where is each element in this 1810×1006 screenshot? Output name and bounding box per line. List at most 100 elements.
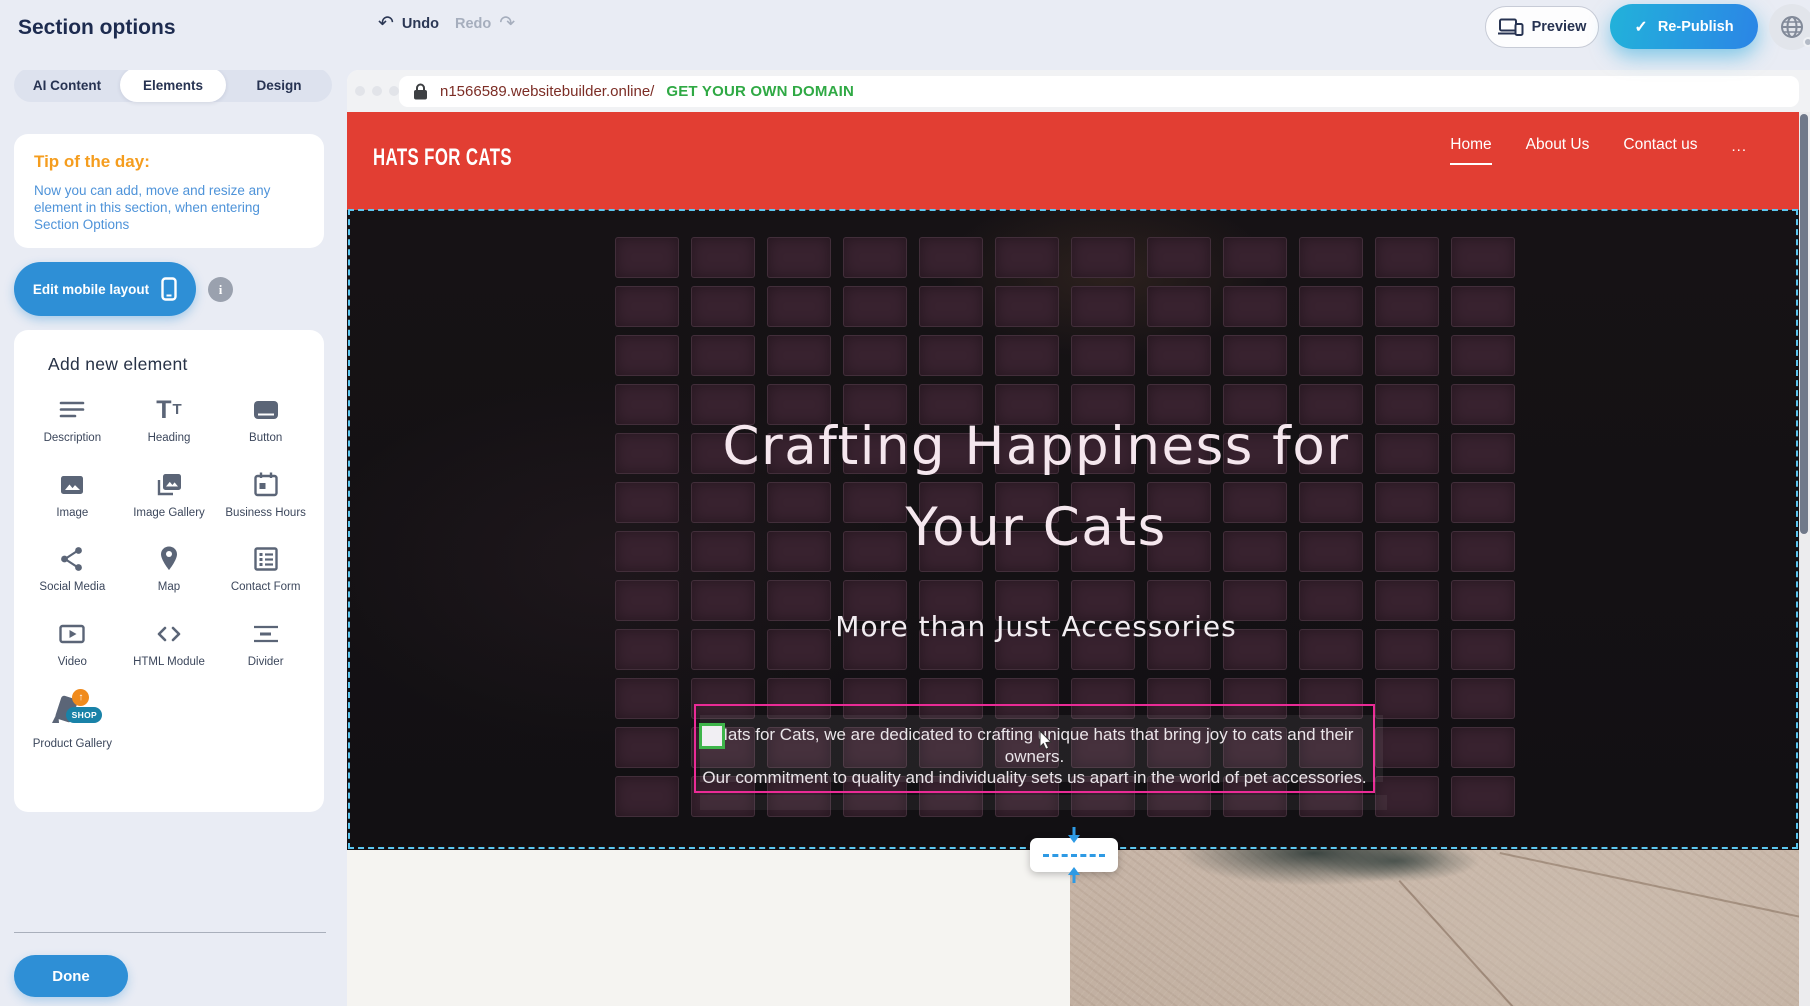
button-icon bbox=[251, 395, 281, 425]
element-label: Description bbox=[28, 432, 116, 446]
republish-label: Re-Publish bbox=[1658, 19, 1734, 35]
edit-mobile-layout-button[interactable]: Edit mobile layout bbox=[14, 262, 196, 316]
arrow-down-icon bbox=[1067, 827, 1081, 843]
lock-icon bbox=[413, 83, 428, 100]
element-label: Heading bbox=[125, 432, 213, 446]
hero-tile bbox=[1451, 286, 1515, 327]
add-element-title: Add new element bbox=[48, 354, 314, 375]
add-element-image-gallery[interactable]: Image Gallery bbox=[121, 470, 218, 521]
browser-dots-icon bbox=[355, 86, 399, 96]
republish-button[interactable]: ✓ Re-Publish bbox=[1610, 4, 1758, 49]
tab-ai-content[interactable]: AI Content bbox=[14, 68, 120, 102]
tip-of-the-day-card: Tip of the day: Now you can add, move an… bbox=[14, 134, 324, 248]
hero-tile bbox=[1223, 237, 1287, 278]
site-url: n1566589.websitebuilder.online/ bbox=[440, 83, 654, 100]
site-logo[interactable]: HATS FOR CATS bbox=[373, 144, 512, 172]
element-grid: Description TT Heading Button Image bbox=[24, 395, 314, 752]
tab-elements[interactable]: Elements bbox=[120, 68, 226, 102]
image-icon bbox=[57, 470, 87, 500]
hero-tile bbox=[1375, 678, 1439, 719]
upload-arrow-badge: ↑ bbox=[72, 689, 89, 706]
add-element-map[interactable]: Map bbox=[121, 544, 218, 595]
section-resize-handle[interactable] bbox=[1030, 838, 1118, 872]
hero-tile bbox=[691, 286, 755, 327]
element-label: Map bbox=[125, 581, 213, 595]
add-element-html-module[interactable]: HTML Module bbox=[121, 619, 218, 670]
preview-label: Preview bbox=[1532, 19, 1587, 35]
nav-about-us[interactable]: About Us bbox=[1526, 136, 1590, 163]
element-label: HTML Module bbox=[125, 656, 213, 670]
hero-tile bbox=[1451, 237, 1515, 278]
sidebar-divider bbox=[14, 932, 326, 933]
hero-section[interactable]: Crafting Happiness for Your Cats More th… bbox=[347, 210, 1810, 850]
redo-label: Redo bbox=[455, 16, 491, 32]
tip-title: Tip of the day: bbox=[34, 152, 304, 172]
element-label: Social Media bbox=[28, 581, 116, 595]
hero-tile bbox=[615, 237, 679, 278]
hero-tile bbox=[615, 727, 679, 768]
element-label: Product Gallery bbox=[28, 738, 116, 752]
add-element-button[interactable]: Button bbox=[217, 395, 314, 446]
nav-home[interactable]: Home bbox=[1450, 136, 1491, 165]
info-icon[interactable]: i bbox=[208, 277, 233, 302]
hero-tile bbox=[995, 286, 1059, 327]
scrollbar-thumb[interactable] bbox=[1800, 114, 1808, 534]
add-element-business-hours[interactable]: Business Hours bbox=[217, 470, 314, 521]
preview-button[interactable]: Preview bbox=[1485, 6, 1599, 48]
arrow-up-icon bbox=[1067, 867, 1081, 883]
add-element-video[interactable]: Video bbox=[24, 619, 121, 670]
section-options-panel: AI Content Elements Design Tip of the da… bbox=[0, 0, 347, 1006]
hero-heading[interactable]: Crafting Happiness for Your Cats bbox=[347, 406, 1725, 568]
hero-tile bbox=[1071, 286, 1135, 327]
divider-icon bbox=[251, 619, 281, 649]
nav-more-ellipsis[interactable]: ... bbox=[1731, 138, 1747, 155]
code-icon bbox=[154, 619, 184, 649]
url-field[interactable]: n1566589.websitebuilder.online/ GET YOUR… bbox=[399, 76, 1799, 107]
next-section-background bbox=[347, 850, 1070, 1006]
add-new-element-card: Add new element Description TT Heading bbox=[14, 330, 324, 812]
add-element-heading[interactable]: TT Heading bbox=[121, 395, 218, 446]
site-header: HATS FOR CATS Home About Us Contact us .… bbox=[347, 112, 1810, 210]
undo-label: Undo bbox=[402, 16, 439, 32]
image-gallery-icon bbox=[154, 470, 184, 500]
globe-icon bbox=[1779, 14, 1805, 40]
add-element-description[interactable]: Description bbox=[24, 395, 121, 446]
element-drag-handle[interactable] bbox=[699, 723, 725, 749]
hero-tile bbox=[1299, 335, 1363, 376]
undo-button[interactable]: ↶ Undo bbox=[378, 14, 439, 33]
get-domain-link[interactable]: GET YOUR OWN DOMAIN bbox=[666, 83, 854, 100]
redo-icon: ↷ bbox=[499, 14, 515, 33]
selected-text-element[interactable]: Hats for Cats, we are dedicated to craft… bbox=[694, 704, 1375, 793]
shop-badge: SHOP bbox=[66, 707, 102, 723]
video-icon bbox=[57, 619, 87, 649]
tile-seam bbox=[1399, 880, 1601, 1006]
share-icon bbox=[57, 544, 87, 574]
add-element-image[interactable]: Image bbox=[24, 470, 121, 521]
redo-button[interactable]: Redo ↷ bbox=[455, 14, 515, 33]
add-element-product-gallery[interactable]: ↑ SHOP Product Gallery bbox=[24, 693, 121, 752]
preview-scrollbar[interactable] bbox=[1799, 112, 1810, 1006]
calendar-icon bbox=[251, 470, 281, 500]
text-element-shadow bbox=[700, 795, 1387, 810]
next-section-image bbox=[1070, 850, 1810, 1006]
hero-tile bbox=[1071, 237, 1135, 278]
nav-contact-us[interactable]: Contact us bbox=[1623, 136, 1697, 163]
hero-tile bbox=[615, 678, 679, 719]
hero-tile bbox=[615, 286, 679, 327]
hero-subheading[interactable]: More than Just Accessories bbox=[347, 610, 1725, 643]
done-button[interactable]: Done bbox=[14, 955, 128, 997]
language-globe-button[interactable] bbox=[1769, 4, 1810, 50]
tip-body: Now you can add, move and resize any ele… bbox=[34, 182, 284, 233]
hero-tile bbox=[767, 286, 831, 327]
product-gallery-icon: ↑ SHOP bbox=[50, 693, 94, 731]
globe-badge bbox=[1803, 37, 1810, 47]
hero-tile bbox=[615, 776, 679, 817]
map-pin-icon bbox=[154, 544, 184, 574]
hero-paragraph: Hats for Cats, we are dedicated to craft… bbox=[696, 724, 1373, 789]
add-element-divider[interactable]: Divider bbox=[217, 619, 314, 670]
add-element-contact-form[interactable]: Contact Form bbox=[217, 544, 314, 595]
site-nav: Home About Us Contact us ... bbox=[1450, 136, 1747, 165]
tab-design[interactable]: Design bbox=[226, 68, 332, 102]
add-element-social-media[interactable]: Social Media bbox=[24, 544, 121, 595]
hero-tile bbox=[919, 335, 983, 376]
